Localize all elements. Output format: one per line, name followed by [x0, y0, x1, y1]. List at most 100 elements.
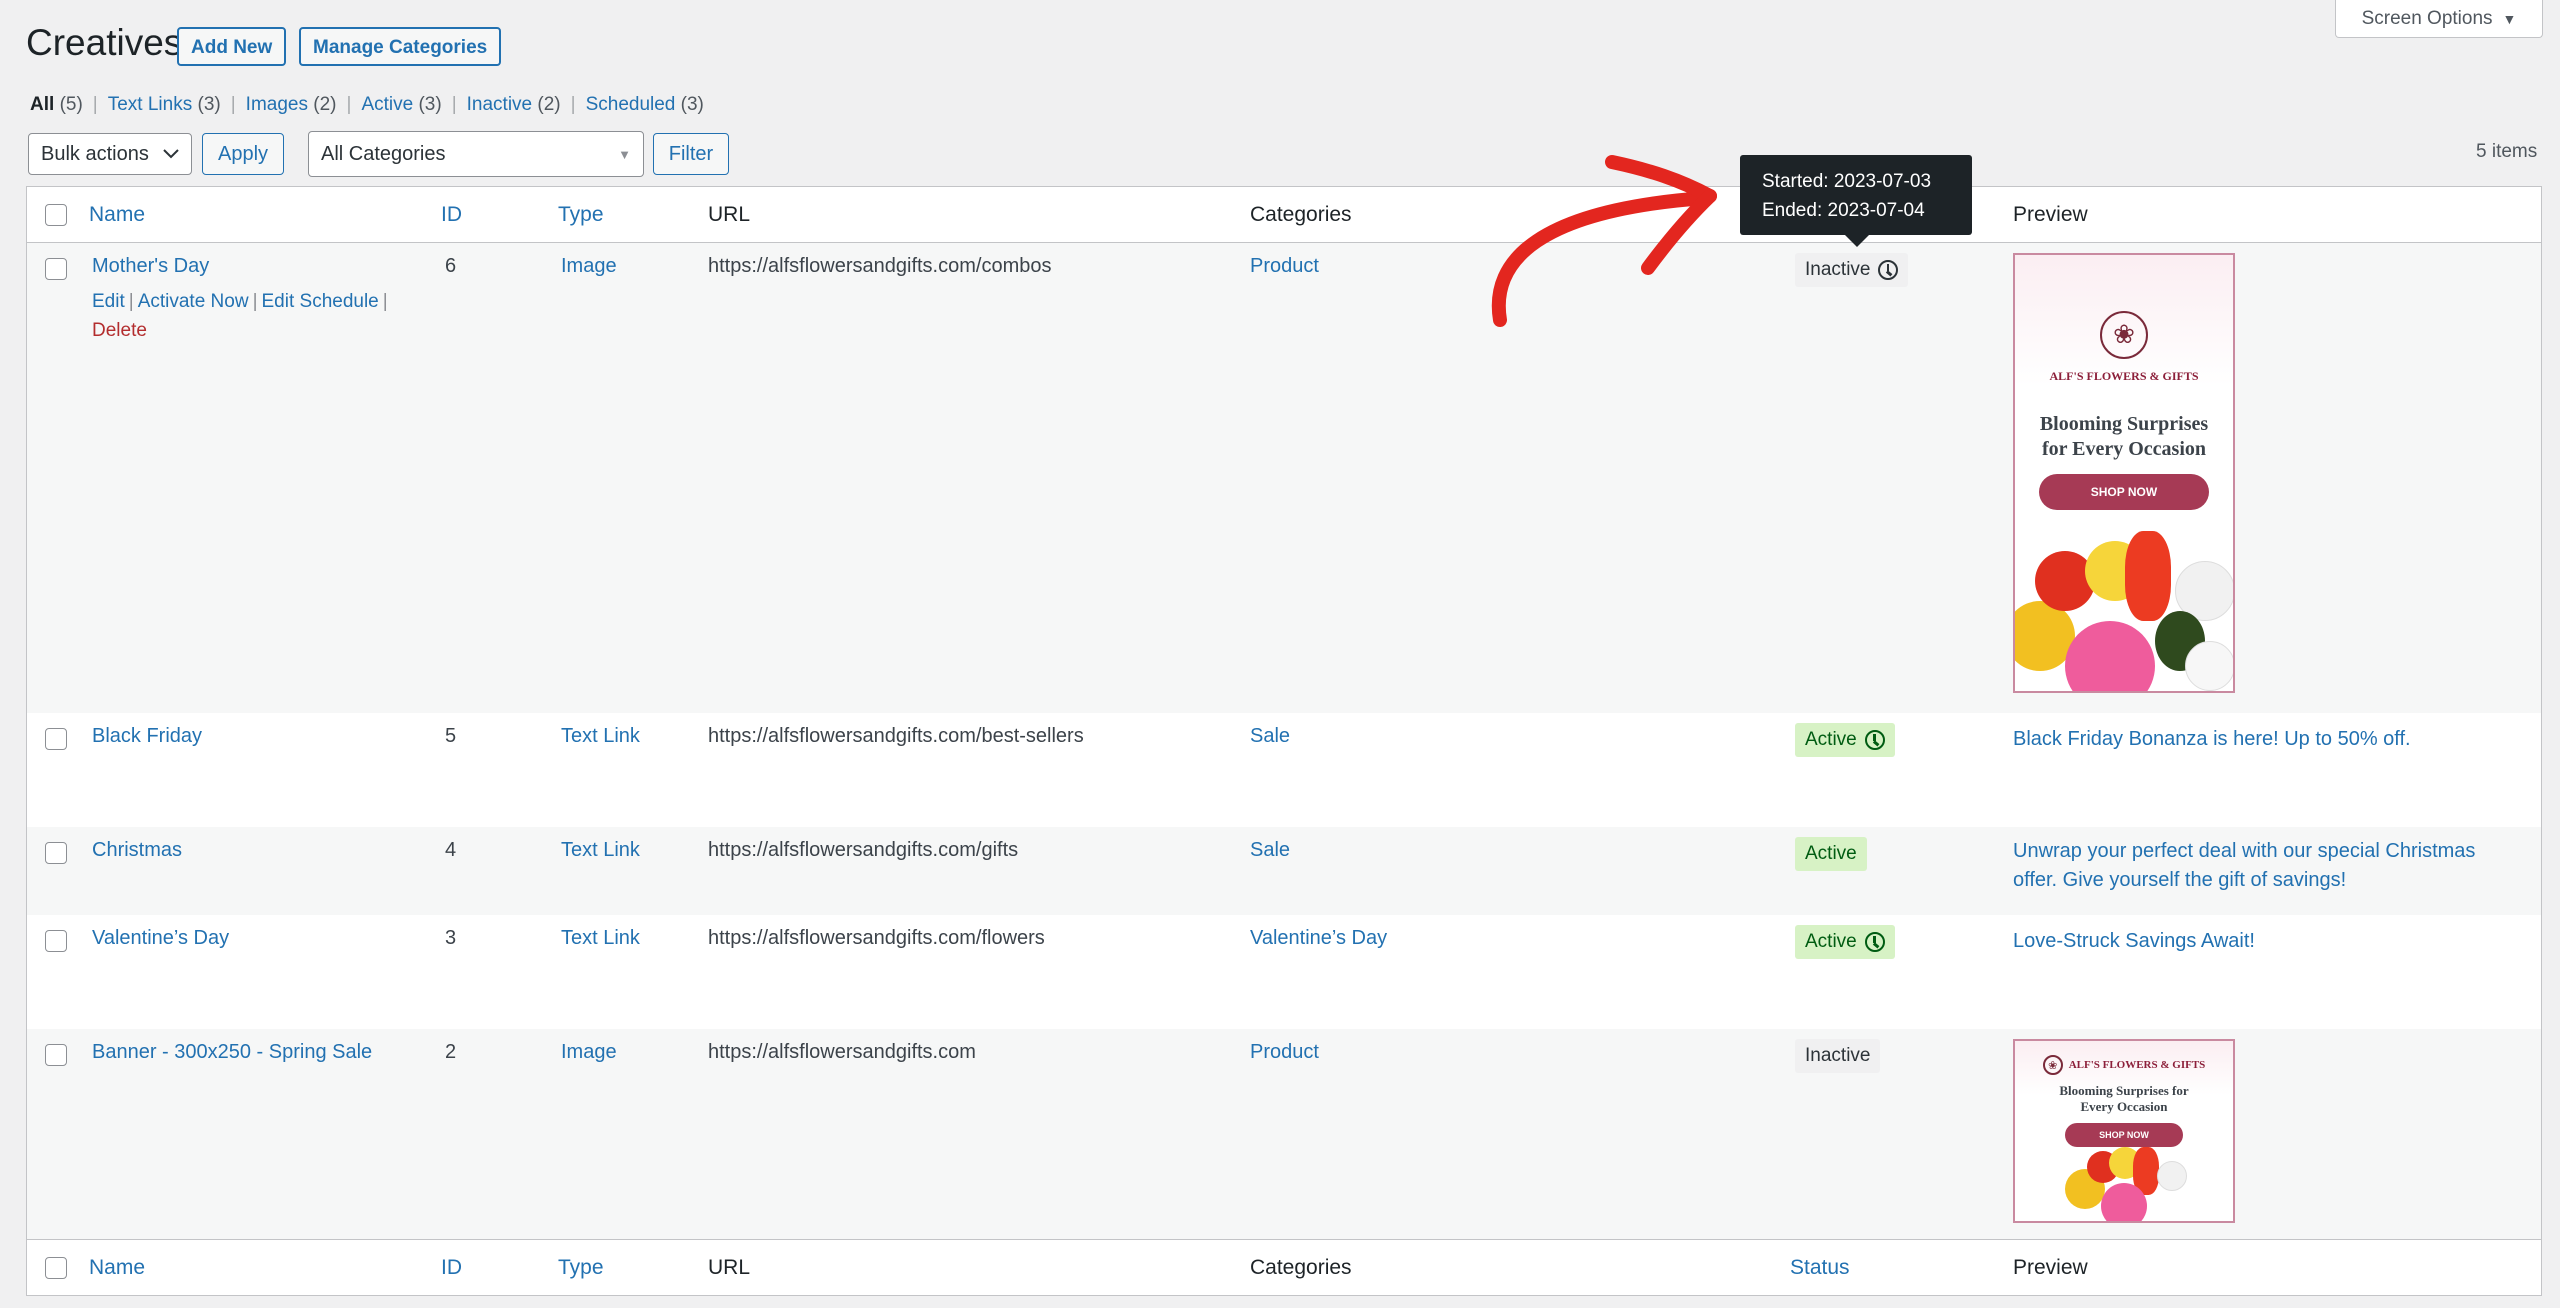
creative-type-link[interactable]: Text Link: [561, 839, 640, 862]
status-label: Active: [1805, 843, 1857, 864]
select-all-checkbox[interactable]: [45, 204, 67, 226]
creative-category-link[interactable]: Sale: [1250, 725, 1290, 748]
banner-headline: Blooming Surprises for Every Occasion: [2039, 413, 2209, 460]
banner-shop-now: SHOP NOW: [2039, 474, 2209, 510]
creative-category-link[interactable]: Product: [1250, 255, 1319, 278]
row-checkbox[interactable]: [45, 258, 67, 280]
banner-brand: ALF'S FLOWERS & GIFTS: [2068, 1059, 2206, 1071]
banner-headline: Blooming Surprises for Every Occasion: [2059, 1083, 2189, 1114]
creative-url: https://alfsflowersandgifts.com/gifts: [708, 839, 1019, 861]
items-count: 5 items: [2476, 141, 2538, 162]
edit-schedule-link[interactable]: Edit Schedule: [262, 291, 379, 312]
status-label: Inactive: [1805, 259, 1871, 280]
table-row: Black Friday 5 Text Link https://alfsflo…: [27, 713, 2541, 827]
separator: |: [451, 94, 457, 115]
view-scheduled[interactable]: Scheduled (3): [586, 94, 704, 116]
separator: |: [570, 94, 576, 115]
view-images[interactable]: Images (2): [246, 94, 337, 116]
row-checkbox[interactable]: [45, 842, 67, 864]
creative-id: 6: [445, 255, 457, 277]
creative-id: 5: [445, 725, 457, 747]
tooltip-started: Started: 2023-07-03: [1762, 171, 1932, 192]
clock-icon: [1864, 730, 1885, 750]
text-link-preview[interactable]: Love-Struck Savings Await!: [2013, 927, 2493, 956]
clock-icon: [1878, 260, 1899, 280]
row-checkbox[interactable]: [45, 728, 67, 750]
column-id[interactable]: ID: [441, 203, 462, 227]
column-type[interactable]: Type: [558, 203, 604, 227]
creative-image-preview[interactable]: ❀ ALF'S FLOWERS & GIFTS Blooming Surpris…: [2013, 1039, 2235, 1223]
creative-name-link[interactable]: Black Friday: [92, 725, 202, 748]
table-row: Christmas 4 Text Link https://alfsflower…: [27, 827, 2541, 915]
banner-brand-row: ❀ ALF'S FLOWERS & GIFTS: [2015, 1055, 2233, 1075]
creative-name-link[interactable]: Christmas: [92, 839, 182, 862]
status-label: Active: [1805, 729, 1857, 750]
text-link-preview[interactable]: Unwrap your perfect deal with our specia…: [2013, 837, 2493, 895]
creative-type-link[interactable]: Image: [561, 255, 617, 278]
creative-id: 2: [445, 1041, 457, 1063]
screen-options-label: Screen Options: [2361, 7, 2493, 29]
column-categories: Categories: [1250, 203, 1352, 226]
filter-button[interactable]: Filter: [653, 133, 729, 175]
creative-category-link[interactable]: Product: [1250, 1041, 1319, 1064]
manage-categories-button[interactable]: Manage Categories: [299, 27, 502, 66]
separator: |: [92, 94, 98, 115]
add-new-button[interactable]: Add New: [177, 27, 287, 66]
screen-options-toggle[interactable]: Screen Options ▼: [2335, 0, 2543, 38]
creative-name-link[interactable]: Valentine’s Day: [92, 927, 229, 950]
table-footer: Name ID Type URL Categories Status Previ…: [27, 1239, 2541, 1295]
column-categories: Categories: [1250, 1256, 1352, 1279]
status-label: Active: [1805, 931, 1857, 952]
status-badge[interactable]: Active: [1795, 925, 1895, 959]
select-all-checkbox[interactable]: [45, 1257, 67, 1279]
column-id[interactable]: ID: [441, 1256, 462, 1280]
view-active[interactable]: Active (3): [361, 94, 441, 116]
creative-url: https://alfsflowersandgifts.com/best-sel…: [708, 725, 1084, 747]
page-title: Creatives: [26, 22, 183, 63]
creative-id: 4: [445, 839, 457, 861]
category-filter-value: All Categories: [321, 142, 446, 165]
view-inactive[interactable]: Inactive (2): [467, 94, 561, 116]
column-name[interactable]: Name: [89, 203, 145, 227]
flower-bouquet-image: [2065, 1147, 2187, 1221]
creative-category-link[interactable]: Valentine’s Day: [1250, 927, 1387, 950]
text-link-preview[interactable]: Black Friday Bonanza is here! Up to 50% …: [2013, 725, 2493, 754]
caret-down-icon: ▼: [2502, 10, 2517, 27]
clock-icon: [1864, 932, 1885, 952]
creative-name-link[interactable]: Mother's Day: [92, 255, 209, 278]
table-header: Name ID Type URL Categories Status Previ…: [27, 187, 2541, 243]
separator: |: [346, 94, 352, 115]
view-filters: All (5) | Text Links (3) | Images (2) | …: [30, 94, 704, 116]
column-name[interactable]: Name: [89, 1256, 145, 1280]
row-checkbox[interactable]: [45, 930, 67, 952]
creative-category-link[interactable]: Sale: [1250, 839, 1290, 862]
status-badge[interactable]: Active: [1795, 723, 1895, 757]
status-badge[interactable]: Active: [1795, 837, 1867, 871]
status-label: Inactive: [1805, 1045, 1871, 1066]
view-text-links[interactable]: Text Links (3): [108, 94, 221, 116]
creative-type-link[interactable]: Text Link: [561, 725, 640, 748]
edit-link[interactable]: Edit: [92, 291, 125, 312]
flower-logo-icon: ❀: [2042, 1055, 2063, 1075]
creative-image-preview[interactable]: ❀ ALF'S FLOWERS & GIFTS Blooming Surpris…: [2013, 253, 2235, 693]
table-row: Banner - 300x250 - Spring Sale 2 Image h…: [27, 1029, 2541, 1241]
row-checkbox[interactable]: [45, 1044, 67, 1066]
separator: |: [230, 94, 236, 115]
apply-button[interactable]: Apply: [202, 133, 284, 175]
column-preview: Preview: [2013, 1256, 2088, 1279]
caret-down-icon: ▼: [618, 146, 631, 162]
column-status[interactable]: Status: [1790, 1256, 1850, 1280]
view-all[interactable]: All (5): [30, 94, 83, 116]
bulk-actions-value: Bulk actions: [41, 142, 149, 165]
status-badge[interactable]: Inactive: [1795, 253, 1909, 287]
creative-type-link[interactable]: Image: [561, 1041, 617, 1064]
creative-type-link[interactable]: Text Link: [561, 927, 640, 950]
activate-now-link[interactable]: Activate Now: [138, 291, 249, 312]
schedule-tooltip: Started: 2023-07-03 Ended: 2023-07-04: [1740, 155, 1972, 247]
creative-name-link[interactable]: Banner - 300x250 - Spring Sale: [92, 1041, 372, 1064]
column-type[interactable]: Type: [558, 1256, 604, 1280]
category-filter-select[interactable]: All Categories ▼: [308, 131, 644, 177]
bulk-actions-select[interactable]: Bulk actions: [28, 133, 192, 175]
delete-link[interactable]: Delete: [92, 320, 147, 341]
status-badge[interactable]: Inactive: [1795, 1039, 1881, 1073]
